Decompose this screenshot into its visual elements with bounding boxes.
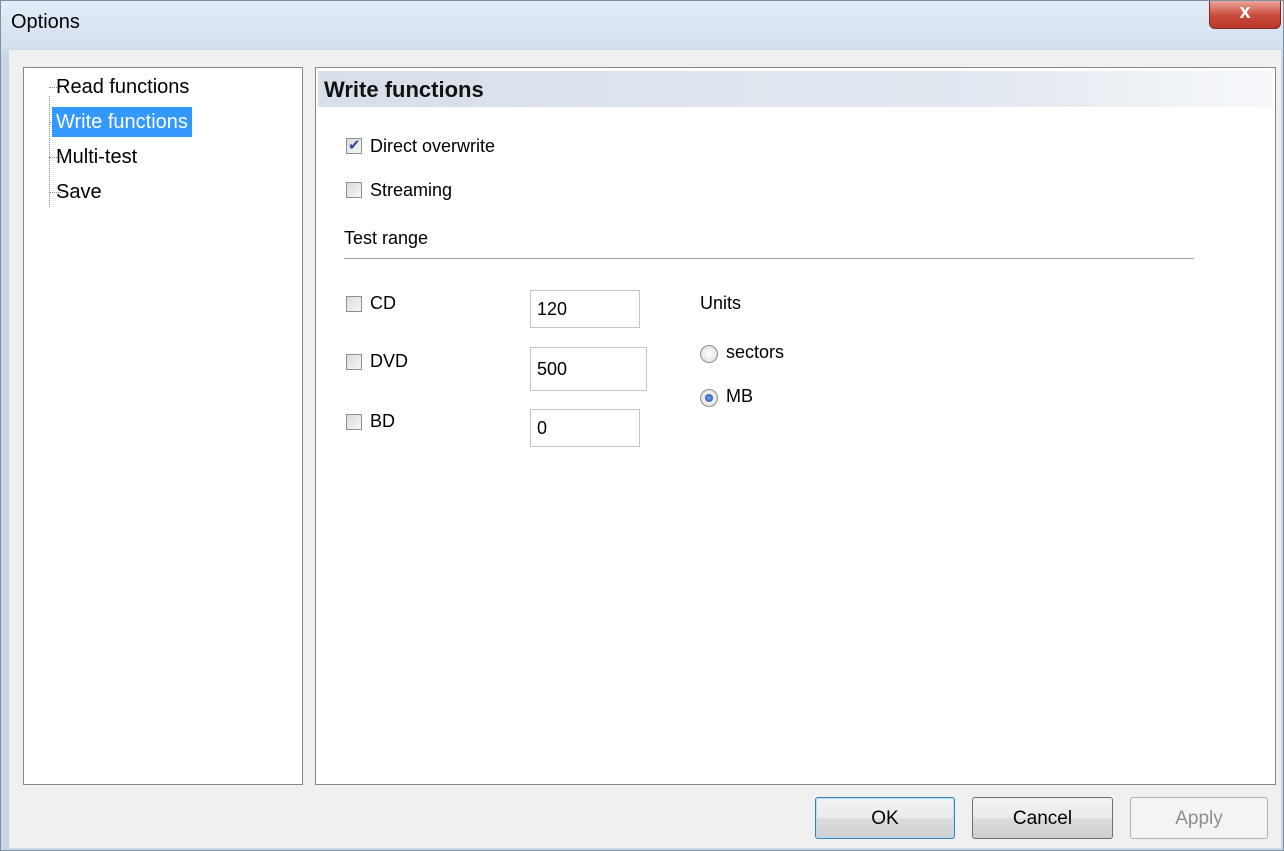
window-title: Options xyxy=(11,11,80,33)
streaming-label[interactable]: Streaming xyxy=(370,180,452,201)
write-functions-panel: Write functions Direct overwrite Streami… xyxy=(315,67,1276,785)
direct-overwrite-checkbox[interactable] xyxy=(346,136,362,154)
options-dialog: Options x Read functions Write functions… xyxy=(0,0,1284,851)
tree-item-save[interactable]: Save xyxy=(56,177,102,207)
bd-checkbox[interactable] xyxy=(346,414,362,430)
bd-range-input[interactable] xyxy=(530,409,640,447)
cd-label[interactable]: CD xyxy=(370,293,396,314)
sectors-radio[interactable] xyxy=(700,345,718,363)
cancel-button[interactable]: Cancel xyxy=(972,797,1113,839)
sectors-label[interactable]: sectors xyxy=(726,342,784,363)
options-tree: Read functions Write functions Multi-tes… xyxy=(23,67,303,785)
tree-item-write-functions[interactable]: Write functions xyxy=(52,107,192,137)
mb-radio[interactable] xyxy=(700,389,718,407)
title-bar: Options x xyxy=(1,1,1283,49)
units-label: Units xyxy=(700,293,742,313)
close-button[interactable]: x xyxy=(1209,1,1281,29)
direct-overwrite-label[interactable]: Direct overwrite xyxy=(370,136,495,157)
panel-title: Write functions xyxy=(324,77,484,102)
close-icon: x xyxy=(1239,1,1251,23)
tree-connector xyxy=(49,96,50,207)
panel-header: Write functions xyxy=(318,71,1273,107)
tree-item-multi-test[interactable]: Multi-test xyxy=(56,142,137,172)
tree-item-read-functions[interactable]: Read functions xyxy=(56,72,189,102)
test-range-label: Test range xyxy=(344,228,429,248)
dialog-client-area: Read functions Write functions Multi-tes… xyxy=(9,50,1281,848)
bd-label[interactable]: BD xyxy=(370,411,395,432)
ok-button[interactable]: OK xyxy=(815,797,955,839)
dvd-label[interactable]: DVD xyxy=(370,351,408,372)
cd-range-input[interactable] xyxy=(530,290,640,328)
test-range-divider xyxy=(344,258,1194,259)
dvd-range-input[interactable] xyxy=(530,347,647,391)
cd-checkbox[interactable] xyxy=(346,296,362,312)
streaming-checkbox[interactable] xyxy=(346,182,362,198)
mb-label[interactable]: MB xyxy=(726,386,753,407)
dvd-checkbox[interactable] xyxy=(346,354,362,370)
apply-button[interactable]: Apply xyxy=(1130,797,1268,839)
